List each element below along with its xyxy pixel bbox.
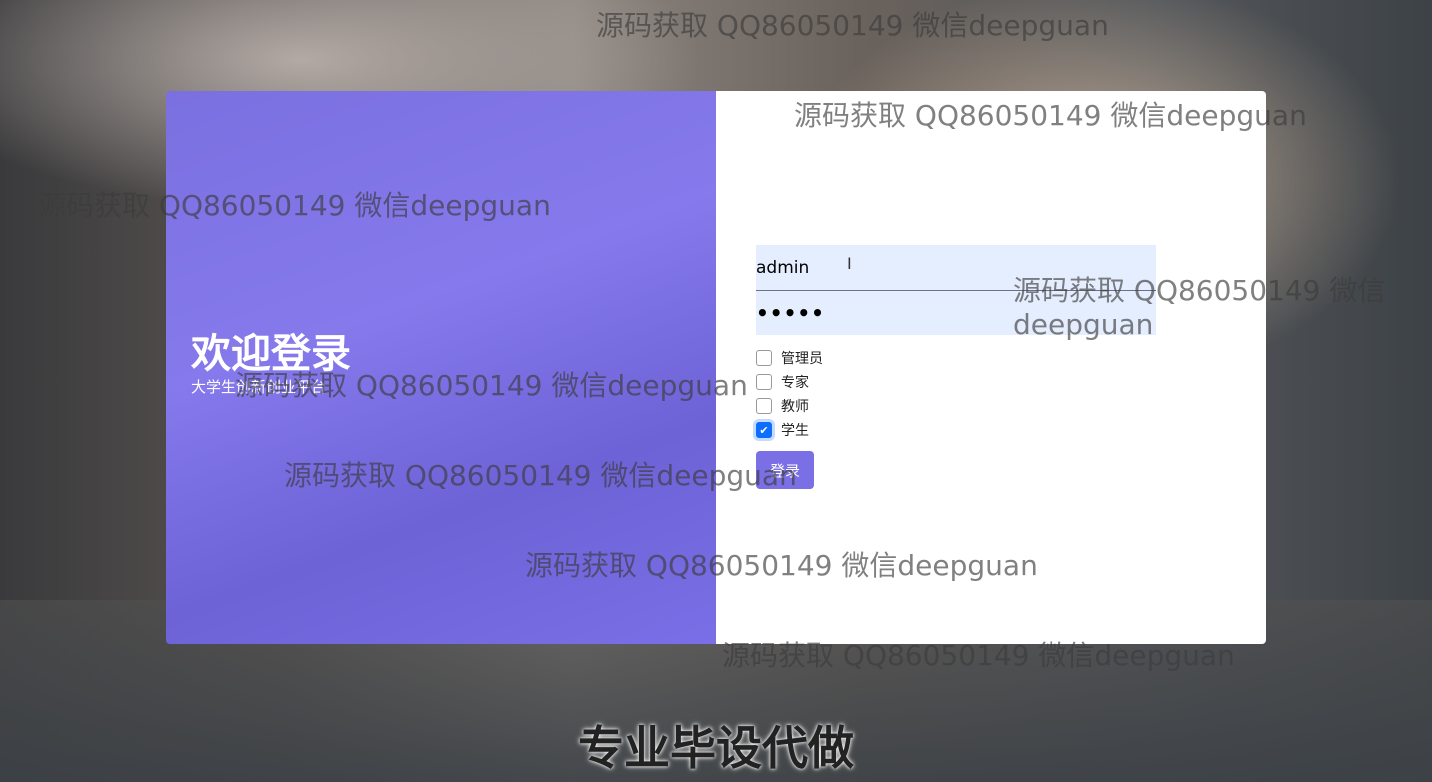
role-label: 专家	[781, 375, 809, 391]
role-expert[interactable]: 专家	[756, 370, 823, 394]
watermark: 源码获取 QQ86050149 微信deepguan	[235, 369, 748, 402]
role-label: 教师	[781, 399, 809, 415]
role-student[interactable]: ✔ 学生	[756, 418, 823, 442]
watermark: 源码获取 QQ86050149 微信deepguan	[284, 459, 797, 492]
role-admin[interactable]: 管理员	[756, 346, 823, 370]
role-label: 管理员	[781, 351, 823, 367]
text-cursor-icon: I	[847, 254, 852, 273]
checkbox[interactable]	[756, 398, 772, 414]
watermark: 源码获取 QQ86050149 微信deepguan	[722, 639, 1235, 672]
video-caption: 专业毕设代做	[578, 721, 854, 775]
role-checkboxes: 管理员 专家 教师 ✔ 学生	[756, 346, 823, 442]
watermark: 源码获取 QQ86050149 微信deepguan	[525, 549, 1038, 582]
watermark: 源码获取 QQ86050149 微信deepguan	[1013, 274, 1386, 341]
watermark: 源码获取 QQ86050149 微信deepguan	[38, 189, 551, 222]
watermark: 源码获取 QQ86050149 微信deepguan	[794, 99, 1307, 132]
watermark: 源码获取 QQ86050149 微信deepguan	[596, 9, 1109, 42]
checkbox[interactable]	[756, 350, 772, 366]
role-label: 学生	[781, 423, 809, 439]
checkbox[interactable]	[756, 374, 772, 390]
role-teacher[interactable]: 教师	[756, 394, 823, 418]
checkbox-checked[interactable]: ✔	[756, 422, 772, 438]
